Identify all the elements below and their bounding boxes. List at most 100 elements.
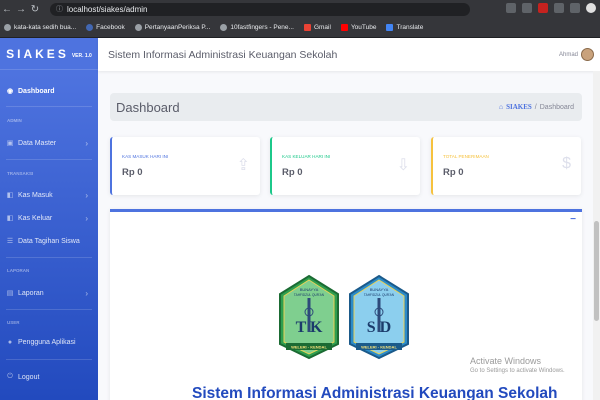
sidebar-item-pengguna[interactable]: ● Pengguna Aplikasi (6, 339, 94, 346)
sidebar-heading-laporan: LAPORAN (7, 268, 30, 273)
card-label: TOTAL PENERIMAAN (443, 154, 489, 159)
sidebar-divider (6, 359, 92, 360)
puzzle-icon[interactable] (554, 3, 564, 13)
bookmark-item[interactable]: Translate (386, 24, 423, 31)
share-icon[interactable] (506, 3, 516, 13)
logo-footer-text: WELERI - KENDAL (361, 345, 397, 350)
reload-icon[interactable]: ↻ (28, 4, 42, 15)
bookmark-label: 10fastfingers - Pene... (230, 24, 294, 31)
sidebar: SIAKES VER. 1.0 ◉ Dashboard ADMIN ▣ Data… (0, 38, 98, 400)
bookmark-label: kata-kata sedih bua... (14, 24, 77, 31)
card-value: Rp 0 (282, 167, 303, 178)
back-icon[interactable]: ← (0, 4, 14, 15)
user-name[interactable]: Ahmad (559, 52, 578, 58)
sidebar-heading-user: USER (7, 320, 20, 325)
brand-version: VER. 1.0 (71, 52, 92, 59)
download-icon: ⇩ (396, 157, 410, 174)
page-header: Dashboard ⌂ SIAKES / Dashboard (110, 93, 582, 121)
dollar-icon: $ (562, 155, 571, 172)
sidebar-item-kas-masuk[interactable]: ◧ Kas Masuk › (6, 190, 94, 200)
avatar[interactable] (581, 48, 594, 61)
breadcrumb-current: Dashboard (539, 103, 574, 111)
watermark-subtitle: Go to Settings to activate Windows. (470, 368, 565, 374)
sidebar-item-label: Data Master (18, 139, 57, 147)
brand-name: SIAKES (6, 46, 69, 61)
logo-footer-text: WELERI - KENDAL (291, 345, 327, 350)
upload-icon: ⇪ (236, 157, 250, 174)
watermark-title: Activate Windows (470, 356, 542, 366)
page-icon (134, 24, 142, 31)
sidebar-brand[interactable]: SIAKES VER. 1.0 (0, 38, 98, 70)
scrollbar-thumb[interactable] (594, 221, 599, 321)
chevron-right-icon: › (85, 288, 88, 298)
logo-top-text: BUNAYYA (300, 287, 319, 292)
bookmark-label: PertanyaanPeriksa P... (144, 24, 211, 31)
extensions-area (506, 3, 596, 13)
bookmark-item[interactable]: kata-kata sedih bua... (4, 24, 76, 31)
bookmark-item[interactable]: YouTube (340, 24, 377, 31)
sidebar-item-data-tagihan[interactable]: ☰ Data Tagihan Siswa (6, 237, 94, 246)
bookmarks-bar: kata-kata sedih bua... Facebook Pertanya… (0, 18, 600, 38)
forward-icon[interactable]: → (14, 4, 28, 15)
card-value: Rp 0 (122, 167, 143, 178)
sidebar-item-label: Kas Masuk (18, 191, 53, 199)
page-scrollbar[interactable] (593, 71, 600, 400)
dashboard-icon: ◉ (6, 88, 14, 95)
logo-letters: T K (296, 319, 323, 336)
info-icon[interactable]: ⓘ (56, 4, 63, 14)
bookmark-star-icon[interactable] (522, 3, 532, 13)
extension-icon[interactable] (538, 3, 548, 13)
youtube-icon (340, 24, 348, 31)
facebook-icon (86, 24, 94, 31)
activate-windows-watermark: Activate Windows Go to Settings to activ… (470, 356, 565, 374)
breadcrumb: ⌂ SIAKES / Dashboard (499, 103, 574, 111)
gmail-icon (303, 24, 311, 31)
card-total-penerimaan: TOTAL PENERIMAAN Rp 0 $ (431, 137, 581, 195)
tk-logo: BUNAYYA TAHFIDZUL QUR'AN T K WELERI - KE… (279, 274, 339, 360)
sidebar-item-label: Kas Keluar (18, 214, 53, 222)
card-kas-keluar: KAS KELUAR HARI INI Rp 0 ⇩ (270, 137, 420, 195)
sidebar-item-dashboard[interactable]: ◉ Dashboard (6, 87, 94, 96)
breadcrumb-separator: / (534, 103, 537, 111)
sidebar-item-label: Laporan (18, 289, 44, 297)
translate-icon (386, 24, 394, 31)
browser-toolbar: ← → ↻ ⓘ localhost/siakes/admin (0, 0, 600, 18)
bookmark-item[interactable]: PertanyaanPeriksa P... (134, 24, 211, 31)
topbar: Sistem Informasi Administrasi Keuangan S… (98, 38, 600, 71)
report-icon: ▤ (6, 290, 14, 297)
sidepanel-icon[interactable] (570, 3, 580, 13)
sidebar-item-label: Data Tagihan Siswa (18, 237, 80, 245)
logo-letters: S D (367, 319, 391, 336)
folder-icon: ▣ (6, 140, 14, 147)
sidebar-item-logout[interactable]: ⏻ Logout (6, 373, 94, 381)
wallet-icon: ◧ (6, 215, 14, 222)
sidebar-heading-admin: ADMIN (7, 118, 22, 123)
sidebar-item-data-master[interactable]: ▣ Data Master › (6, 139, 94, 148)
bookmark-label: Facebook (96, 24, 125, 31)
url-text: localhost/siakes/admin (67, 4, 148, 14)
chevron-right-icon: › (85, 190, 88, 200)
collapse-icon[interactable]: − (570, 214, 576, 225)
profile-icon[interactable] (586, 3, 596, 13)
sidebar-item-laporan[interactable]: ▤ Laporan › (6, 288, 94, 298)
bookmark-label: Gmail (313, 24, 331, 31)
address-bar[interactable]: ⓘ localhost/siakes/admin (50, 2, 470, 16)
page-title: Dashboard (116, 99, 180, 115)
wallet-icon: ◧ (6, 192, 14, 199)
sidebar-divider (6, 159, 92, 160)
home-icon: ⌂ (498, 103, 504, 111)
card-value: Rp 0 (443, 167, 464, 178)
app-title: Sistem Informasi Administrasi Keuangan S… (108, 48, 338, 61)
bookmark-item[interactable]: 10fastfingers - Pene... (220, 24, 294, 31)
bookmark-item[interactable]: Facebook (86, 24, 125, 31)
power-icon: ⏻ (7, 373, 13, 380)
bookmark-label: YouTube (350, 24, 377, 31)
sidebar-item-kas-keluar[interactable]: ◧ Kas Keluar › (6, 214, 94, 223)
breadcrumb-home[interactable]: SIAKES (506, 103, 532, 111)
logo-sub-text: TAHFIDZUL QUR'AN (364, 293, 395, 297)
bookmark-item[interactable]: Gmail (303, 24, 331, 31)
sidebar-item-label: Logout (18, 373, 40, 381)
bookmark-label: Translate (396, 24, 424, 31)
sd-logo: BUNAYYA TAHFIDZUL QUR'AN S D WELERI - KE… (349, 274, 409, 360)
page-icon (4, 24, 11, 31)
